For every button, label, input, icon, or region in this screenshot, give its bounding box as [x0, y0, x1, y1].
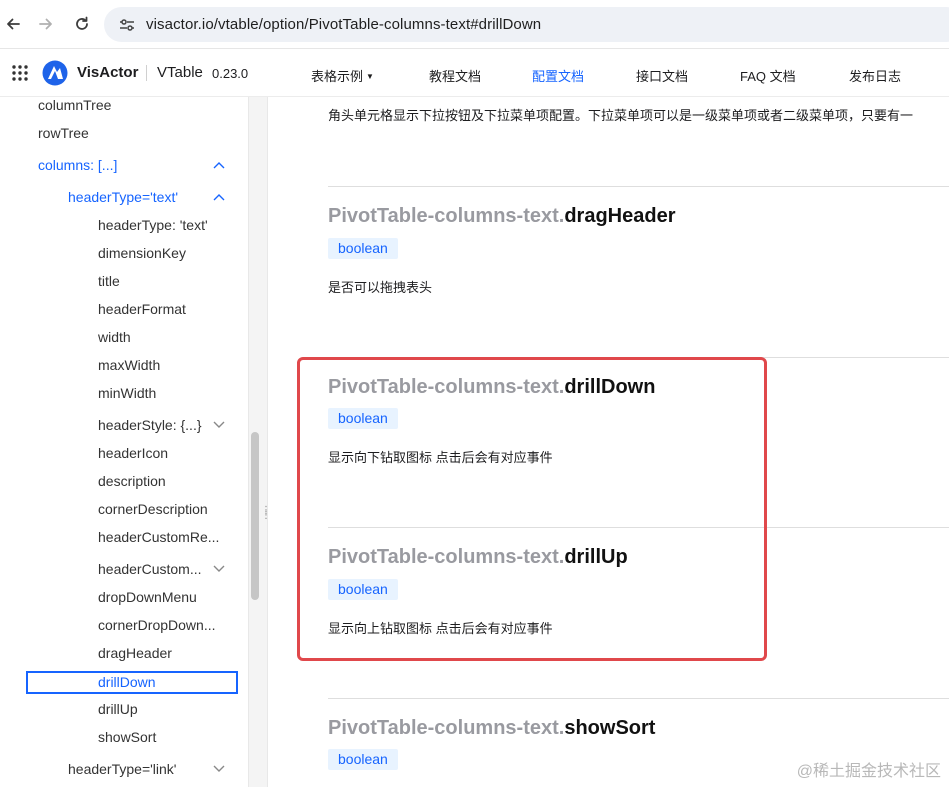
- watermark: @稀土掘金技术社区: [796, 763, 941, 780]
- nav-faq[interactable]: FAQ 文档: [740, 66, 796, 85]
- nav-tutorials[interactable]: 教程文档: [429, 66, 481, 85]
- sidebar-item-showsort[interactable]: showSort: [98, 729, 156, 745]
- sidebar-item-title[interactable]: title: [98, 273, 120, 289]
- nav-changelog[interactable]: 发布日志: [849, 66, 901, 85]
- sidebar-item-headertype-link[interactable]: headerType='link': [68, 761, 176, 777]
- version-label: 0.23.0: [212, 66, 249, 81]
- sidebar: columnTree rowTree columns: [...] header…: [0, 97, 248, 787]
- resize-grip-icon[interactable]: ⋮ ⋮: [261, 506, 271, 521]
- site-settings-icon[interactable]: [118, 15, 138, 35]
- sidebar-item-maxwidth[interactable]: maxWidth: [98, 357, 160, 373]
- section-title-showsort: PivotTable-columns-text.showSort: [328, 717, 655, 740]
- chevron-up-icon[interactable]: [213, 193, 225, 201]
- arrow-right-icon: [39, 18, 52, 30]
- site-header: VisActor VTable 0.23.0 表格示例 ▼ 教程文档 配置文档 接…: [0, 49, 949, 97]
- sidebar-item-dimensionkey[interactable]: dimensionKey: [98, 245, 186, 261]
- sidebar-item-headertype-text[interactable]: headerType='text': [68, 189, 178, 205]
- section-prefix: PivotTable-columns-text.: [328, 205, 565, 227]
- main-content: 角头单元格显示下拉按钮及下拉菜单项配置。下拉菜单项可以是一级菜单项或者二级菜单项…: [268, 97, 949, 787]
- type-tag: boolean: [328, 238, 398, 259]
- section-description: 是否可以拖拽表头: [328, 280, 433, 295]
- forward-button[interactable]: [27, 5, 65, 43]
- address-bar[interactable]: visactor.io/vtable/option/PivotTable-col…: [104, 7, 949, 42]
- brand-divider: [146, 65, 147, 81]
- sidebar-item-description[interactable]: description: [98, 473, 166, 489]
- sidebar-item-dropdownmenu[interactable]: dropDownMenu: [98, 589, 197, 605]
- highlight-annotation-box: [297, 357, 767, 661]
- visactor-logo-icon[interactable]: [42, 60, 68, 86]
- chevron-up-icon[interactable]: [213, 161, 225, 169]
- reload-button[interactable]: [63, 5, 101, 43]
- section-prefix: PivotTable-columns-text.: [328, 717, 565, 739]
- sidebar-item-headercustomrender[interactable]: headerCustomRe...: [98, 529, 219, 545]
- sidebar-item-columns[interactable]: columns: [...]: [38, 157, 117, 173]
- sidebar-item-cornerdescription[interactable]: cornerDescription: [98, 501, 208, 517]
- sidebar-item-drillup[interactable]: drillUp: [98, 701, 138, 717]
- section-title-dragheader: PivotTable-columns-text.dragHeader: [328, 205, 675, 228]
- sidebar-item-headerstyle[interactable]: headerStyle: {...}: [98, 417, 202, 433]
- url-text: visactor.io/vtable/option/PivotTable-col…: [146, 16, 542, 33]
- sidebar-scroll-thumb[interactable]: [251, 432, 259, 600]
- sidebar-item-columntree[interactable]: columnTree: [38, 97, 111, 113]
- sidebar-item-rowtree[interactable]: rowTree: [38, 125, 89, 141]
- sidebar-item-headericon[interactable]: headerIcon: [98, 445, 168, 461]
- section-divider: [328, 186, 949, 187]
- type-tag: boolean: [328, 749, 398, 770]
- sidebar-item-width[interactable]: width: [98, 329, 131, 345]
- sidebar-item-headercustomlayout[interactable]: headerCustom...: [98, 561, 202, 577]
- browser-toolbar: visactor.io/vtable/option/PivotTable-col…: [0, 0, 949, 49]
- chevron-down-icon[interactable]: [213, 565, 225, 573]
- nav-examples-label: 表格示例: [311, 69, 364, 84]
- section-name: dragHeader: [564, 205, 676, 227]
- sidebar-item-headertype[interactable]: headerType: 'text': [98, 217, 208, 233]
- apps-grid-icon[interactable]: [11, 64, 29, 82]
- section-divider: [328, 698, 949, 699]
- nav-examples[interactable]: 表格示例 ▼: [311, 66, 374, 85]
- nav-option-docs[interactable]: 配置文档: [532, 66, 584, 85]
- brand-name[interactable]: VisActor: [77, 64, 138, 81]
- sidebar-item-headerformat[interactable]: headerFormat: [98, 301, 186, 317]
- sidebar-item-minwidth[interactable]: minWidth: [98, 385, 156, 401]
- product-name[interactable]: VTable: [157, 64, 203, 81]
- nav-api-docs[interactable]: 接口文档: [636, 66, 688, 85]
- sidebar-item-dragheader[interactable]: dragHeader: [98, 645, 172, 661]
- sidebar-item-drilldown[interactable]: drillDown: [26, 671, 238, 694]
- chevron-down-icon[interactable]: [213, 765, 225, 773]
- arrow-left-icon: [7, 18, 20, 30]
- chevron-down-icon[interactable]: [213, 421, 225, 429]
- section-name: showSort: [564, 717, 656, 739]
- caret-down-icon: ▼: [366, 72, 374, 81]
- sidebar-item-cornerdropdownmenu[interactable]: cornerDropDown...: [98, 617, 216, 633]
- reload-icon: [76, 16, 88, 30]
- intro-text: 角头单元格显示下拉按钮及下拉菜单项配置。下拉菜单项可以是一级菜单项或者二级菜单项…: [328, 108, 914, 123]
